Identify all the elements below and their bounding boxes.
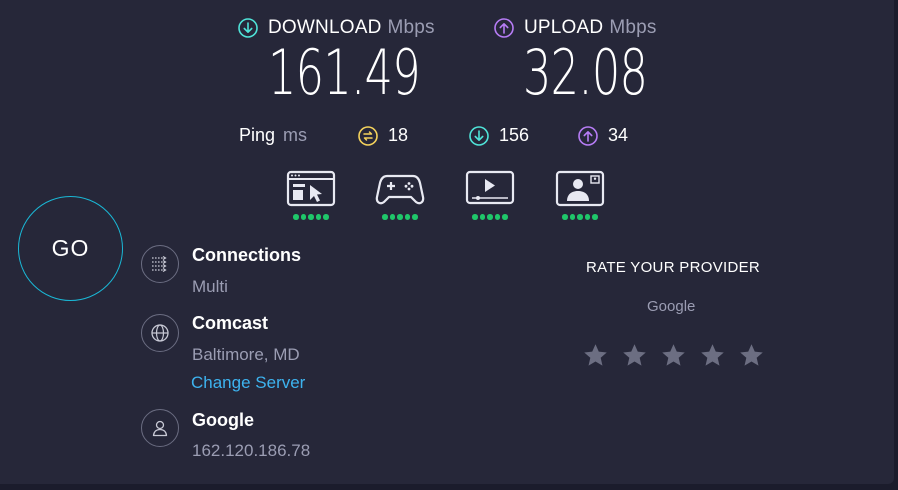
upload-arrow-icon bbox=[494, 18, 514, 38]
provider-ip: 162.120.186.78 bbox=[192, 441, 311, 460]
rating-dot bbox=[293, 214, 299, 220]
rating-dot bbox=[502, 214, 508, 220]
provider-name: Google bbox=[192, 410, 254, 430]
ping-unit: ms bbox=[283, 125, 308, 145]
rating-dot bbox=[472, 214, 478, 220]
server-location: Baltimore, MD bbox=[192, 345, 300, 364]
ping-download-icon bbox=[469, 125, 489, 146]
rating-dot bbox=[494, 214, 501, 220]
speedtest-panel: DOWNLOAD Mbps 161.49 UPLOAD Mbps 32.08 P… bbox=[0, 0, 894, 484]
rating-dot bbox=[315, 214, 322, 220]
rating-dot bbox=[323, 214, 329, 220]
go-button[interactable]: GO bbox=[18, 196, 123, 301]
rating-dot bbox=[592, 214, 598, 220]
rating-dot bbox=[308, 214, 314, 220]
connections-title: Connections bbox=[192, 245, 302, 265]
globe-icon bbox=[141, 314, 179, 352]
activity-video-streaming[interactable] bbox=[465, 170, 515, 220]
rating-dot bbox=[404, 214, 411, 220]
download-arrow-icon bbox=[238, 18, 258, 38]
activity-web-browsing[interactable] bbox=[286, 170, 336, 220]
ping-upload-value: 34 bbox=[608, 125, 629, 145]
download-value: 161.49 bbox=[268, 36, 421, 109]
ping-upload-icon bbox=[578, 125, 598, 146]
upload-value: 32.08 bbox=[523, 36, 648, 109]
rating-dot bbox=[382, 214, 388, 220]
ping-label-text: Ping bbox=[239, 125, 276, 145]
rating-dot bbox=[577, 214, 583, 220]
game-controller-icon bbox=[375, 174, 425, 205]
ping-idle-icon bbox=[358, 125, 378, 146]
server-isp: Comcast bbox=[192, 313, 269, 333]
rate-provider-name: Google bbox=[647, 298, 696, 315]
video-chat-icon bbox=[555, 170, 605, 207]
ping-idle: 18 bbox=[358, 125, 408, 146]
activity-video-chat[interactable] bbox=[555, 170, 605, 220]
rating-dot bbox=[584, 214, 591, 220]
rating-dot bbox=[389, 214, 396, 220]
video-play-icon bbox=[465, 170, 515, 205]
rating-dot bbox=[412, 214, 418, 220]
rating-dot bbox=[300, 214, 307, 220]
ping-label: Ping ms bbox=[239, 125, 307, 146]
star-icon[interactable] bbox=[738, 342, 765, 369]
video-streaming-rating bbox=[465, 214, 515, 220]
star-icon[interactable] bbox=[699, 342, 726, 369]
rating-dot bbox=[562, 214, 568, 220]
rate-provider-title: RATE YOUR PROVIDER bbox=[586, 259, 761, 276]
go-label: GO bbox=[51, 235, 90, 261]
connections-value[interactable]: Multi bbox=[192, 277, 228, 297]
web-browsing-rating bbox=[286, 214, 336, 220]
change-server-link[interactable]: Change Server bbox=[191, 373, 305, 393]
video-chat-rating bbox=[555, 214, 605, 220]
gaming-rating bbox=[375, 214, 425, 220]
rating-dot bbox=[569, 214, 576, 220]
star-icon[interactable] bbox=[660, 342, 687, 369]
connections-icon[interactable] bbox=[141, 245, 179, 283]
ping-download-value: 156 bbox=[499, 125, 530, 145]
person-glyph-icon bbox=[152, 420, 168, 437]
ping-download: 156 bbox=[469, 125, 529, 146]
rating-dot bbox=[479, 214, 486, 220]
multi-arrows-icon bbox=[152, 255, 167, 273]
rating-dot bbox=[397, 214, 403, 220]
activity-gaming[interactable] bbox=[375, 170, 425, 220]
rating-dot bbox=[487, 214, 493, 220]
star-rating[interactable] bbox=[582, 342, 765, 369]
star-icon[interactable] bbox=[621, 342, 648, 369]
star-icon[interactable] bbox=[582, 342, 609, 369]
ping-idle-value: 18 bbox=[388, 125, 409, 145]
web-browsing-icon bbox=[286, 170, 336, 207]
ping-upload: 34 bbox=[578, 125, 628, 146]
user-icon bbox=[141, 409, 179, 447]
globe-glyph-icon bbox=[151, 324, 169, 342]
